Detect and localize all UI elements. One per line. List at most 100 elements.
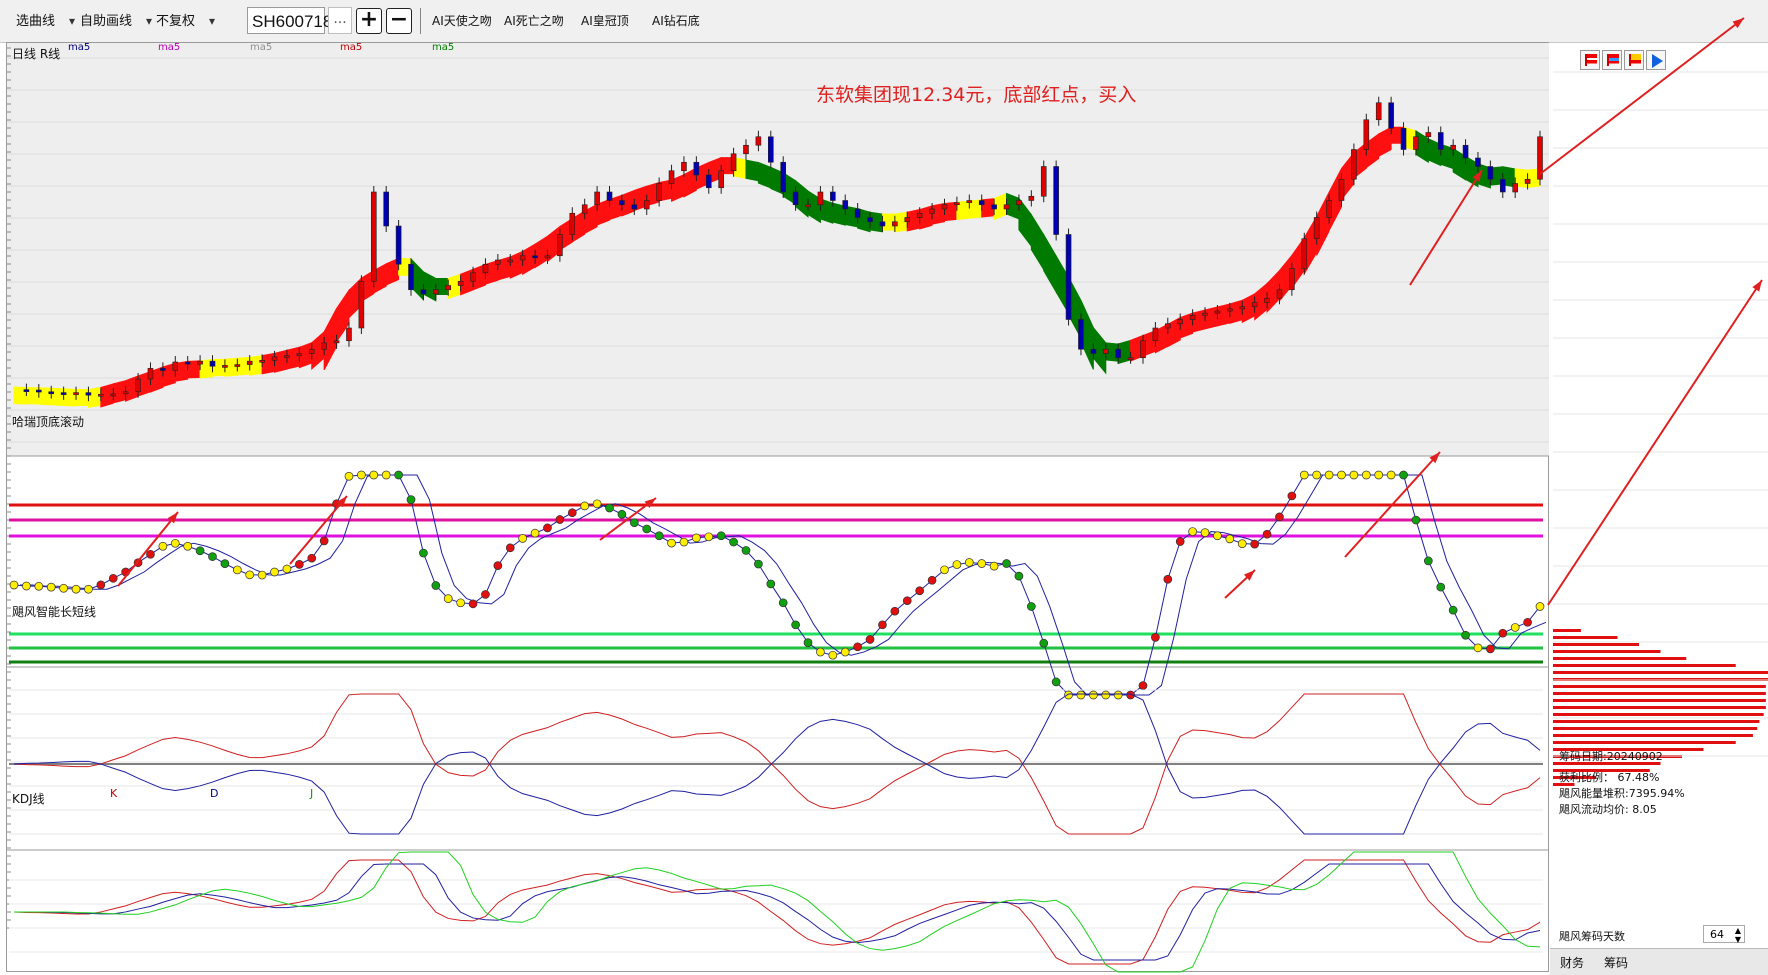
candle-body xyxy=(1363,119,1370,150)
harry-dot xyxy=(1287,491,1297,501)
harry-dot xyxy=(1436,582,1446,592)
trend-arrow xyxy=(117,511,179,587)
candle-body xyxy=(780,161,787,193)
candle-body xyxy=(1326,200,1332,218)
candle-body xyxy=(1388,102,1394,129)
tab-chips[interactable]: 筹码 xyxy=(1604,954,1628,971)
harry-dot xyxy=(952,560,962,569)
harry-dot xyxy=(71,584,81,594)
candle-body xyxy=(854,208,861,218)
avg-price: 飓风流动均价: 8.05 xyxy=(1559,803,1657,816)
harry-dot xyxy=(530,528,540,538)
harry-dot xyxy=(1337,470,1346,480)
harry-dot xyxy=(84,584,93,594)
candle-body xyxy=(36,389,42,393)
arrow-head xyxy=(1752,280,1762,292)
harry-dot xyxy=(257,570,267,580)
candle-body xyxy=(184,361,191,365)
candle-body xyxy=(346,327,352,342)
candle-body xyxy=(656,183,662,201)
candle-body xyxy=(507,259,514,263)
flag-yellow-icon[interactable] xyxy=(1624,50,1644,70)
candle-body xyxy=(1102,348,1109,354)
harry-dot xyxy=(754,559,763,569)
harry-dot xyxy=(183,541,193,551)
harry-dot xyxy=(245,570,255,580)
candle-body xyxy=(830,191,836,201)
candle-body xyxy=(1239,306,1246,310)
harry-dot xyxy=(59,583,68,593)
candle-body xyxy=(1351,149,1357,180)
harry-pane xyxy=(9,470,1547,700)
trend-band-segment xyxy=(1216,303,1231,327)
harry-dot xyxy=(108,573,118,583)
harry-dot xyxy=(381,470,391,480)
chip-date: 筹码日期:20240902 xyxy=(1559,750,1663,763)
candle-body xyxy=(1450,144,1456,150)
candle-body xyxy=(246,360,253,365)
candle-body xyxy=(1413,136,1419,150)
harry-dot xyxy=(1324,470,1334,480)
candle-body xyxy=(631,204,638,210)
harry-dot xyxy=(431,581,441,590)
flag-red-icon[interactable] xyxy=(1580,50,1600,70)
harry-dot xyxy=(1064,690,1073,700)
candle-body xyxy=(1313,217,1320,240)
harry-dot xyxy=(1399,470,1408,480)
trend-band-segment xyxy=(1229,299,1243,325)
kdj-pane xyxy=(9,851,1543,973)
harry-dot xyxy=(890,606,900,616)
candle-body xyxy=(1338,178,1345,201)
candle-body xyxy=(420,289,427,295)
harry-dot xyxy=(927,575,937,585)
typhoon-pane xyxy=(9,689,1543,835)
candle-body xyxy=(991,204,997,210)
candle-body xyxy=(867,217,873,223)
harry-dot xyxy=(146,549,155,559)
harry-dot xyxy=(629,518,639,528)
harry-dot xyxy=(394,470,403,480)
harry-dot xyxy=(567,508,577,518)
harry-dot xyxy=(1213,531,1222,541)
candle-body xyxy=(259,359,265,363)
flag-blue-icon[interactable] xyxy=(1602,50,1622,70)
harry-dot xyxy=(419,548,428,558)
candle-body xyxy=(916,212,923,218)
candle-body xyxy=(321,342,327,350)
chip-days-stepper[interactable]: 64 ▲ ▼ xyxy=(1703,925,1745,944)
chip-distribution xyxy=(1553,71,1768,786)
harry-dot xyxy=(741,546,751,555)
price-pane-title: 日线 R线 xyxy=(12,47,61,61)
harry-dot xyxy=(493,561,503,570)
harry-dot xyxy=(9,580,19,590)
harry-dot xyxy=(22,581,31,591)
candle-body xyxy=(705,174,712,189)
harry-dot xyxy=(357,470,366,480)
stepper-arrows-icon[interactable]: ▲ ▼ xyxy=(1735,926,1741,944)
candle-body xyxy=(817,191,824,206)
kdj-d-line xyxy=(14,863,1541,961)
trend-band-segment xyxy=(261,352,276,375)
candle-body xyxy=(197,360,203,365)
tab-finance[interactable]: 财务 xyxy=(1560,954,1584,971)
ma-label-5: ma5 xyxy=(432,42,455,53)
chip-bar xyxy=(1553,741,1736,744)
candle-body xyxy=(395,225,402,265)
candle-body xyxy=(495,259,501,265)
candle-body xyxy=(1289,268,1295,291)
candle-body xyxy=(445,285,452,291)
harry-dot xyxy=(1151,633,1160,642)
harry-dot xyxy=(853,642,862,652)
candle-body xyxy=(1437,132,1444,150)
harry-dot xyxy=(1423,556,1433,566)
harry-dot xyxy=(1523,617,1532,627)
harry-dot xyxy=(1473,643,1483,653)
candle-body xyxy=(1189,314,1196,320)
harry-dot xyxy=(307,553,317,563)
candle-body xyxy=(296,353,303,356)
trend-band-segment xyxy=(745,159,759,182)
candle-body xyxy=(271,356,278,361)
harry-dot xyxy=(1200,528,1210,537)
play-icon[interactable] xyxy=(1646,50,1666,70)
harry-dot xyxy=(1138,681,1148,690)
